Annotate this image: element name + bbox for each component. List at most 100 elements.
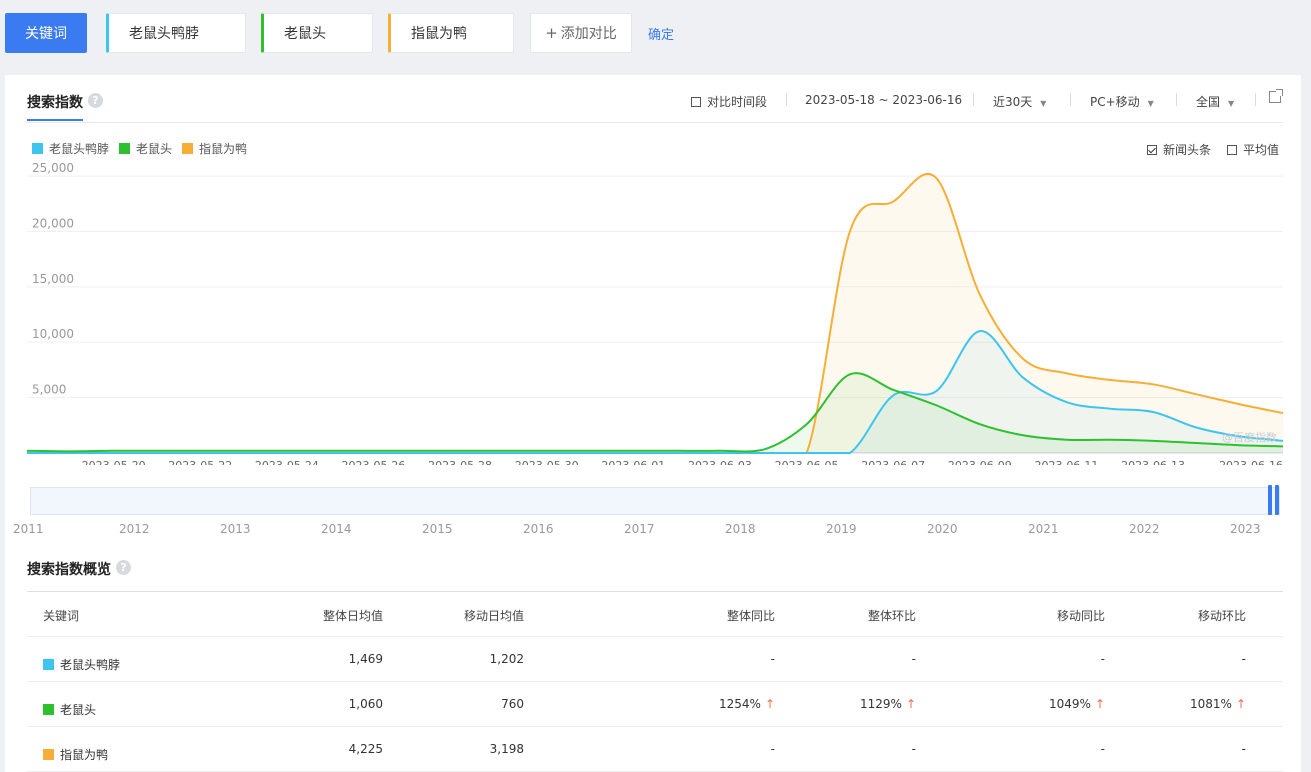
header-mobile-yoy: 移动同比	[1056, 609, 1105, 623]
arrow-up-icon: ↑	[1094, 697, 1105, 711]
date-range-picker[interactable]: 2023-05-18 ~ 2023-06-16	[805, 93, 962, 107]
separator	[1176, 93, 1177, 106]
row-mobile-yoy: 1049% ↑	[1049, 697, 1105, 711]
arrow-up-icon: ↑	[764, 697, 775, 711]
x-tick-label: 2023-05-20	[82, 459, 146, 465]
row-mobile-mom: -	[1241, 742, 1246, 756]
checkbox-icon	[1226, 144, 1237, 155]
row-mobile-mom: 1081% ↑	[1190, 697, 1246, 711]
plus-icon: +	[545, 24, 558, 42]
range-year-label: 2015	[422, 522, 453, 536]
x-tick-label: 2023-06-01	[601, 459, 665, 465]
row-mobile-avg: 760	[501, 697, 524, 711]
x-tick-label: 2023-06-16	[1219, 459, 1283, 465]
row-mobile-avg: 3,198	[489, 742, 524, 756]
help-icon[interactable]: ?	[116, 560, 131, 575]
external-link-icon[interactable]	[1269, 89, 1283, 103]
x-tick-label: 2023-05-30	[515, 459, 579, 465]
overview-title: 搜索指数概览	[27, 562, 111, 578]
x-tick-label: 2023-06-11	[1034, 459, 1098, 465]
range-handle-right[interactable]	[1275, 485, 1279, 515]
region-select[interactable]: 全国 ▼	[1196, 93, 1234, 110]
tab-underline	[27, 119, 83, 121]
caret-down-icon: ▼	[1040, 99, 1047, 108]
arrow-up-icon: ↑	[1235, 697, 1246, 711]
checkbox-checked-icon	[1146, 144, 1157, 155]
row-yoy-value: 1254%	[718, 697, 761, 711]
keyword-swatch	[43, 749, 54, 760]
y-tick-label: 25,000	[32, 161, 74, 175]
overview-table: 关键词 整体日均值 移动日均值 整体同比 整体环比 移动同比 移动环比 老鼠头鸭…	[27, 591, 1283, 772]
keyword-chip-1[interactable]: 老鼠头鸭脖	[106, 13, 246, 53]
keyword-swatch	[43, 659, 54, 670]
table-row: 老鼠头 1,060 760 1254% ↑ 1129% ↑ 1049% ↑ 1081%…	[27, 682, 1283, 727]
range-year-label: 2021	[1028, 522, 1059, 536]
row-yoy: 1254% ↑	[719, 697, 775, 711]
header-mom: 整体环比	[867, 609, 916, 623]
row-keyword-label: 指鼠为鸭	[60, 748, 109, 762]
range-year-label: 2017	[624, 522, 655, 536]
x-tick-label: 2023-05-26	[342, 459, 406, 465]
legend-swatch	[32, 143, 43, 154]
range-year-label: 2023	[1230, 522, 1261, 536]
row-yoy: -	[770, 652, 775, 666]
y-tick-label: 15,000	[32, 272, 74, 286]
x-tick-label: 2023-05-22	[168, 459, 232, 465]
separator	[1255, 93, 1256, 106]
table-row: 指鼠为鸭 4,225 3,198 - - - -	[27, 727, 1283, 772]
arrow-up-icon: ↑	[905, 697, 916, 711]
help-icon[interactable]: ?	[88, 93, 103, 108]
row-mobile-mom: -	[1241, 652, 1246, 666]
range-year-label: 2016	[523, 522, 554, 536]
row-mobile-yoy-value: 1049%	[1048, 697, 1091, 711]
separator	[1070, 93, 1071, 106]
row-avg: 1,060	[348, 697, 383, 711]
row-mobile-yoy: -	[1100, 652, 1105, 666]
keyword-chip-2[interactable]: 老鼠头	[261, 13, 373, 53]
keyword-swatch	[43, 704, 54, 715]
x-tick-label: 2023-06-03	[688, 459, 752, 465]
keyword-chip-3[interactable]: 指鼠为鸭	[388, 13, 514, 53]
caret-down-icon: ▼	[1147, 99, 1154, 108]
time-range-slider[interactable]	[30, 487, 1280, 515]
search-index-chart[interactable]: 25,000 20,000 15,000 10,000 5,000 2023-05-20 2…	[5, 155, 1301, 465]
add-compare-button[interactable]: + 添加对比	[530, 13, 632, 53]
separator	[786, 93, 787, 106]
table-header: 关键词 整体日均值 移动日均值 整体同比 整体环比 移动同比 移动环比	[27, 591, 1283, 637]
checkbox-icon	[691, 97, 701, 107]
range-year-label: 2012	[119, 522, 150, 536]
row-mom-value: 1129%	[859, 697, 902, 711]
row-avg: 1,469	[348, 652, 383, 666]
compare-period-label: 对比时间段	[707, 95, 768, 109]
legend-swatch	[119, 143, 131, 154]
y-tick-label: 20,000	[32, 216, 74, 230]
row-mobile-mom-value: 1081%	[1189, 697, 1232, 711]
add-compare-label: 添加对比	[560, 26, 617, 42]
compare-period-toggle[interactable]: 对比时间段	[691, 93, 767, 110]
keyword-button[interactable]: 关键词	[5, 13, 87, 53]
device-select[interactable]: PC+移动 ▼	[1090, 93, 1154, 110]
range-year-label: 2018	[725, 522, 756, 536]
period-select[interactable]: 近30天 ▼	[993, 93, 1046, 110]
range-handle-left[interactable]	[1268, 485, 1272, 515]
caret-down-icon: ▼	[1228, 99, 1235, 108]
range-year-label: 2019	[826, 522, 857, 536]
y-tick-label: 10,000	[32, 327, 74, 341]
table-row: 老鼠头鸭脖 1,469 1,202 - - - -	[27, 637, 1283, 682]
row-mobile-avg: 1,202	[489, 652, 524, 666]
x-tick-label: 2023-05-24	[255, 459, 319, 465]
tab-search-index[interactable]: 搜索指数	[27, 92, 83, 112]
row-keyword-label: 老鼠头	[60, 703, 97, 717]
device-value: PC+移动	[1090, 95, 1140, 109]
row-mom: -	[911, 742, 916, 756]
range-year-label: 2011	[13, 522, 44, 536]
row-mom: 1129% ↑	[860, 697, 916, 711]
confirm-link[interactable]: 确定	[648, 24, 674, 43]
separator	[973, 93, 974, 106]
row-keyword: 老鼠头	[43, 701, 96, 718]
x-tick-label: 2023-06-05	[775, 459, 839, 465]
range-year-label: 2022	[1129, 522, 1160, 536]
row-yoy: -	[770, 742, 775, 756]
row-keyword: 老鼠头鸭脖	[43, 656, 120, 673]
row-mobile-yoy: -	[1100, 742, 1105, 756]
